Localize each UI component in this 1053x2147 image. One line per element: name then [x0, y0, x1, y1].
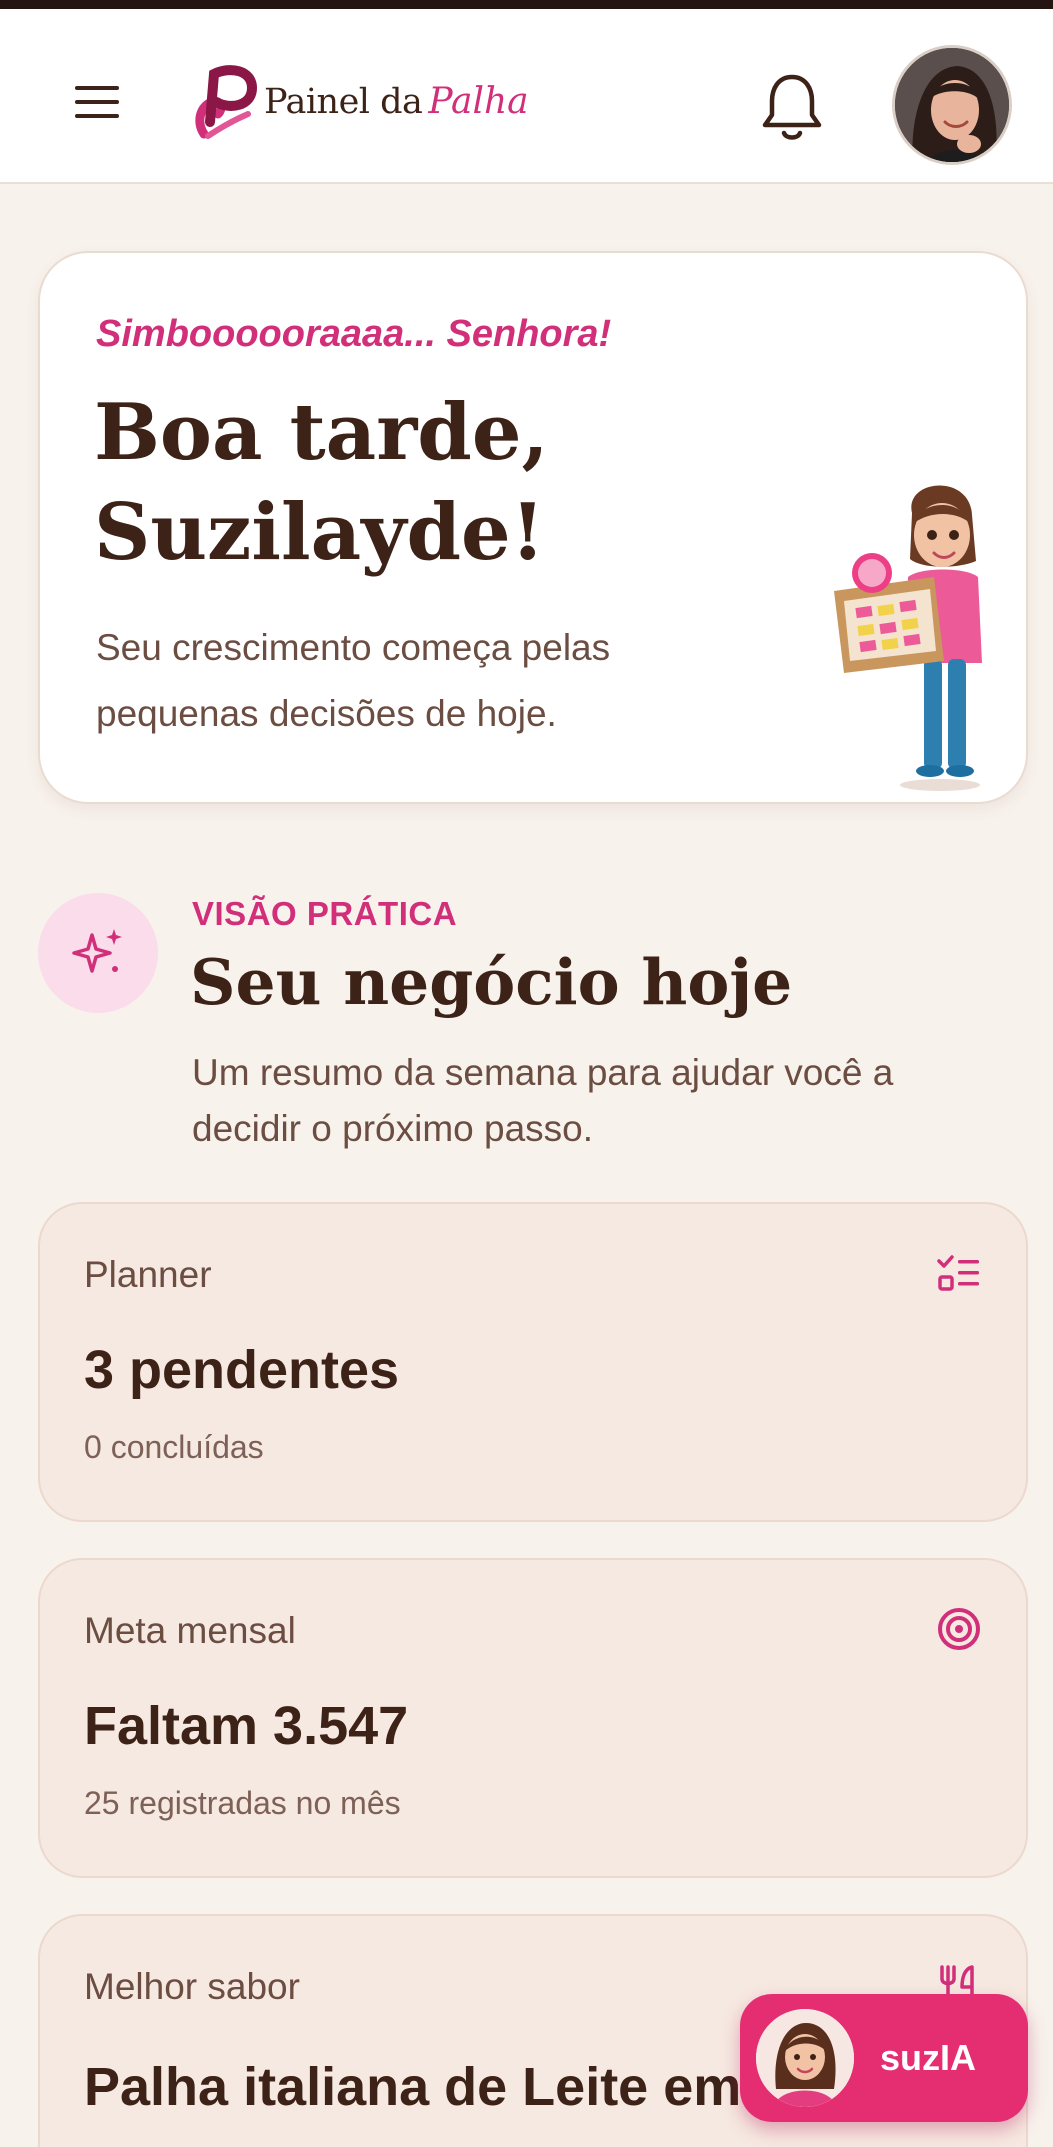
card-value: 3 pendentes [84, 1340, 400, 1400]
app-header: Painel da Palha [0, 9, 1053, 184]
sparkles-icon [72, 929, 122, 973]
checklist-icon [934, 1248, 984, 1298]
greeting-kicker: Simboooooraaaa... Senhora! [96, 313, 612, 355]
bell-icon [762, 74, 822, 140]
app-logo[interactable]: Painel da Palha [190, 59, 529, 144]
greeting-subtitle: Seu crescimento começa pelas pequenas de… [96, 627, 611, 734]
section-badge [38, 893, 158, 1013]
greeting-title: Boa tarde, Suzilayde! [94, 387, 549, 578]
monthly-goal-card[interactable]: Meta mensal Faltam 3.547 25 registradas … [38, 1558, 1028, 1878]
card-label: Melhor sabor [84, 1966, 300, 2007]
assistant-avatar [756, 2009, 854, 2107]
card-label: Meta mensal [84, 1610, 296, 1651]
card-subtext: 0 concluídas [84, 1429, 264, 1465]
notifications-button[interactable] [757, 67, 827, 147]
card-value: Palha italiana de Leite em [84, 2057, 742, 2117]
assistant-character-icon [756, 2009, 854, 2107]
card-subtext: 25 registradas no mês [84, 1785, 401, 1821]
status-strip [0, 0, 1053, 9]
menu-button[interactable] [72, 77, 122, 127]
hamburger-icon [75, 86, 119, 118]
section-title: Seu negócio hoje [190, 945, 793, 1019]
target-icon [934, 1604, 984, 1654]
logo-mark-icon [195, 64, 258, 139]
logo-script-text: Palha [428, 81, 529, 122]
assistant-button[interactable]: suzIA [740, 1994, 1028, 2122]
planner-card[interactable]: Planner 3 pendentes 0 concluídas [38, 1202, 1028, 1522]
assistant-label: suzIA [880, 2037, 977, 2078]
section-subtitle: Um resumo da semana para ajudar você a d… [192, 1052, 894, 1149]
greeting-card: Simboooooraaaa... Senhora! Boa tarde, Su… [38, 251, 1028, 804]
user-avatar[interactable] [892, 45, 1012, 165]
logo-text: Painel da [264, 81, 423, 122]
mascot-illustration-icon [834, 485, 982, 791]
user-photo-icon [895, 48, 1009, 162]
card-label: Planner [84, 1254, 212, 1295]
section-kicker: VISÃO PRÁTICA [192, 895, 458, 932]
card-value: Faltam 3.547 [84, 1696, 409, 1756]
